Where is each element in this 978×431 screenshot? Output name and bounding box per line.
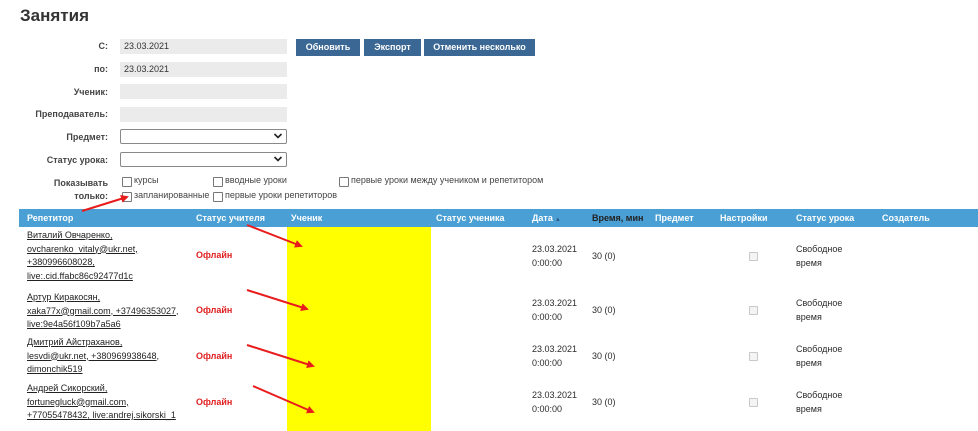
arrow-to-row-4-icon xyxy=(252,385,315,414)
arrow-to-row-3-icon xyxy=(246,344,315,368)
annotation-arrows xyxy=(81,194,315,414)
arrow-to-row-1-icon xyxy=(246,224,303,248)
arrow-to-row-2-icon xyxy=(246,289,309,312)
arrow-to-scheduled-icon xyxy=(81,194,129,212)
